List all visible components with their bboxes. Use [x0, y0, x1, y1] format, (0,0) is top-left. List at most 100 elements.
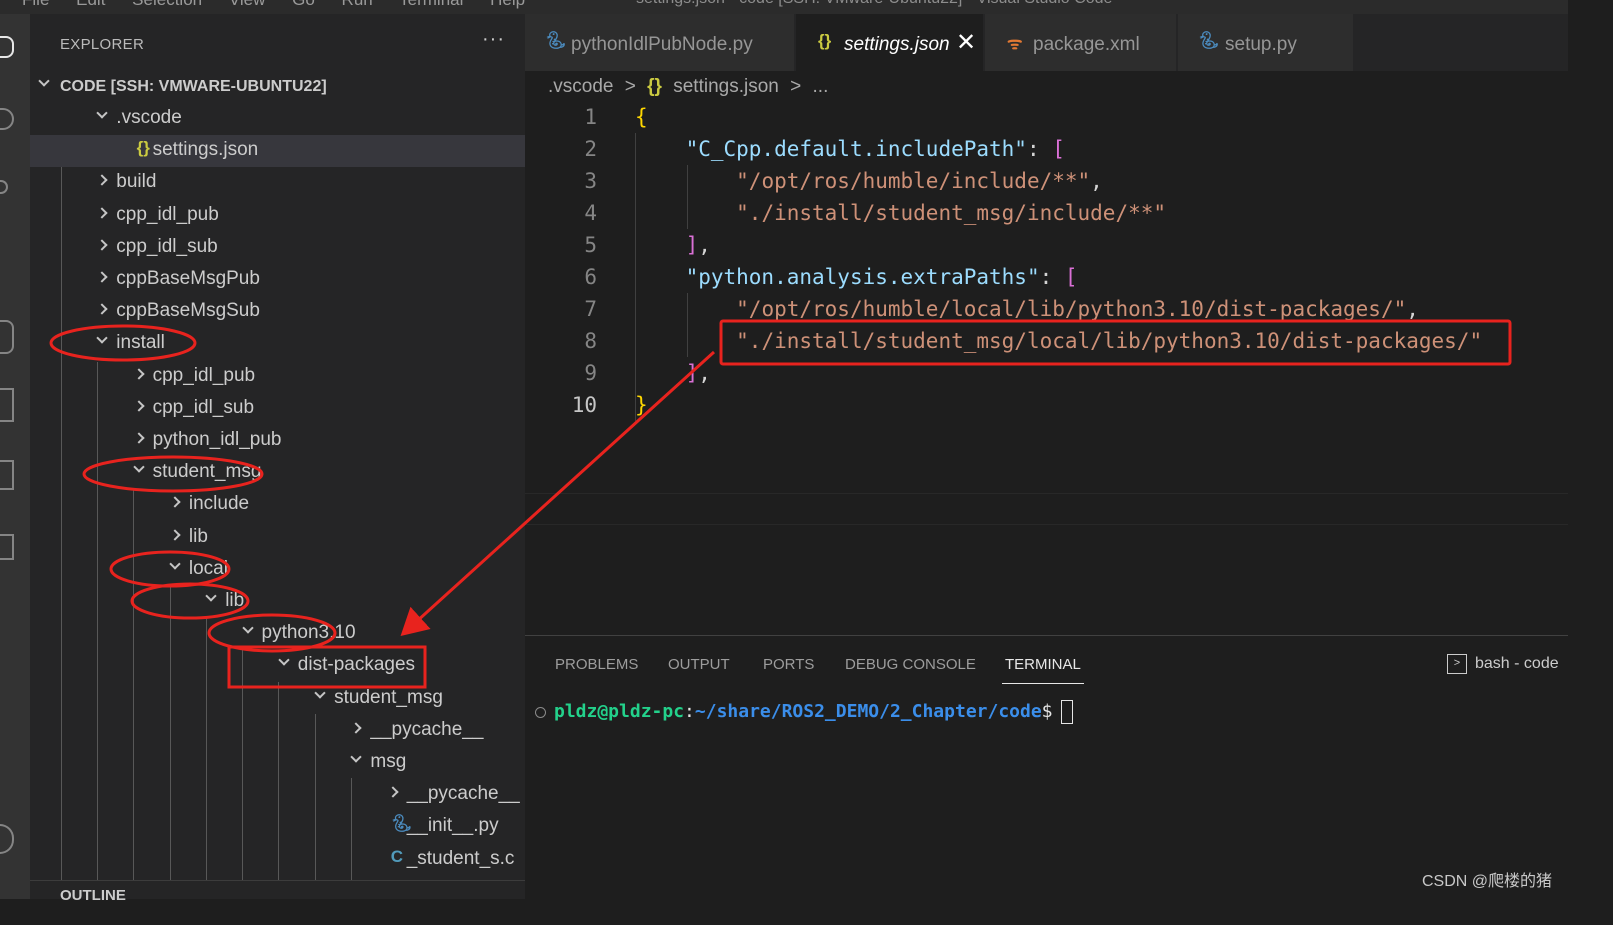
json-braces-icon: {}	[136, 138, 150, 157]
tree-item[interactable]: cppBaseMsgSub	[30, 296, 525, 328]
breadcrumb-symbol[interactable]: ...	[813, 76, 829, 97]
tree-item[interactable]: install	[30, 328, 525, 360]
chevron-down-icon	[96, 107, 108, 119]
tab-package-xml[interactable]: ᯤ package.xml	[985, 14, 1177, 71]
editor-tab-bar: 🐍︎ pythonIdlPubNode.py {} settings.json …	[525, 14, 1568, 71]
explorer-files-icon[interactable]	[0, 36, 14, 58]
code-editor[interactable]: 1{2 "C_Cpp.default.includePath": [3 "/op…	[525, 101, 1568, 525]
docker-icon[interactable]	[0, 534, 14, 560]
tree-item[interactable]: C _student_s.c	[30, 844, 525, 876]
extensions-icon[interactable]	[0, 388, 14, 422]
tree-item[interactable]: lib	[30, 586, 525, 618]
tab-ports[interactable]: PORTS	[763, 656, 814, 673]
code-token: :	[1026, 137, 1053, 161]
tree-item[interactable]: cpp_idl_sub	[30, 393, 525, 425]
prompt-dollar: $	[1041, 701, 1053, 722]
tab-output[interactable]: OUTPUT	[668, 656, 730, 673]
tree-item[interactable]: cpp_idl_pub	[30, 361, 525, 393]
outline-section[interactable]: OUTLINE	[30, 880, 525, 904]
tree-item[interactable]: 🐍︎ __init__.py	[30, 811, 525, 843]
breadcrumb-folder[interactable]: .vscode	[548, 76, 613, 97]
tree-item[interactable]: cpp_idl_pub	[30, 200, 525, 232]
tree-item-label: cppBaseMsgSub	[116, 300, 260, 321]
code-text: "python.analysis.extraPaths": [	[635, 265, 1078, 289]
tree-item-label: lib	[188, 526, 208, 547]
menu-terminal[interactable]: Terminal	[399, 0, 463, 9]
tab-setup-py[interactable]: 🐍︎ setup.py	[1178, 14, 1354, 71]
search-icon[interactable]	[0, 108, 14, 130]
tab-problems[interactable]: PROBLEMS	[555, 656, 638, 673]
source-control-icon[interactable]	[0, 180, 8, 194]
menu-selection[interactable]: Selection	[132, 0, 202, 9]
explorer-more-actions-icon[interactable]: ···	[482, 28, 505, 51]
code-line[interactable]: 5 ],	[525, 229, 1568, 261]
tree-item[interactable]: include	[30, 489, 525, 521]
activity-bar	[0, 14, 30, 899]
terminal-instance[interactable]: > bash - code	[1447, 654, 1559, 674]
tree-item[interactable]: python3.10	[30, 618, 525, 650]
breadcrumb-file[interactable]: settings.json	[673, 76, 779, 97]
chevron-down-icon	[132, 461, 145, 473]
code-text: {	[635, 105, 648, 129]
chevron-down-icon	[278, 654, 290, 666]
tree-item[interactable]: dist-packages	[30, 650, 525, 682]
terminal-prompt[interactable]: pldz@pldz-pc:~/share/ROS2_DEMO/2_Chapter…	[535, 700, 1073, 724]
chevron-right-icon	[169, 529, 181, 541]
tree-item[interactable]: python_idl_pub	[30, 425, 525, 457]
code-line[interactable]: 8 "./install/student_msg/local/lib/pytho…	[525, 325, 1568, 357]
tree-item[interactable]: .vscode	[30, 103, 525, 135]
tree-item[interactable]: student_msg	[30, 457, 525, 489]
chevron-right-icon	[132, 432, 145, 444]
workspace-root[interactable]: CODE [SSH: VMWARE-UBUNTU22]	[30, 71, 525, 103]
tree-item[interactable]: msg	[30, 747, 525, 779]
tree-item[interactable]: lib	[30, 522, 525, 554]
testing-icon[interactable]	[0, 460, 14, 490]
tree-item[interactable]: cpp_idl_sub	[30, 232, 525, 264]
chevron-right-icon	[387, 786, 399, 798]
code-line[interactable]: 9 ],	[525, 357, 1568, 389]
remote-explorer-icon[interactable]	[0, 320, 14, 354]
menu-run[interactable]: Run	[342, 0, 373, 9]
menu-view[interactable]: View	[229, 0, 266, 9]
menu-go[interactable]: Go	[292, 0, 315, 9]
tab-debug-console[interactable]: DEBUG CONSOLE	[845, 656, 976, 673]
code-text: ],	[635, 361, 711, 385]
tree-item-label: cpp_idl_sub	[152, 397, 255, 418]
tree-item-label: __init__.py	[406, 815, 499, 836]
close-icon[interactable]: ✕	[956, 28, 976, 57]
tree-item[interactable]: __pycache__	[30, 779, 525, 811]
tree-item-label: __pycache__	[370, 719, 484, 740]
menu-help[interactable]: Help	[490, 0, 525, 9]
tab-terminal[interactable]: TERMINAL	[1002, 656, 1084, 684]
tree-item[interactable]: local	[30, 554, 525, 586]
line-number: 3	[584, 169, 597, 193]
line-number: 5	[584, 233, 597, 257]
code-token: "python.analysis.extraPaths"	[685, 265, 1040, 289]
account-icon[interactable]	[0, 824, 14, 854]
explorer-title: EXPLORER	[60, 36, 145, 53]
tree-item[interactable]: {} settings.json	[30, 135, 525, 167]
code-line[interactable]: 4 "./install/student_msg/include/**"	[525, 197, 1568, 229]
code-token: ,	[1090, 169, 1103, 193]
menu-edit[interactable]: Edit	[76, 0, 105, 9]
tree-item[interactable]: __pycache__	[30, 715, 525, 747]
code-line[interactable]: 6 "python.analysis.extraPaths": [	[525, 261, 1568, 293]
tree-item[interactable]: build	[30, 167, 525, 199]
chevron-down-icon	[314, 687, 326, 699]
code-line[interactable]: 7 "/opt/ros/humble/local/lib/python3.10/…	[525, 293, 1568, 325]
menu-file[interactable]: File	[22, 0, 49, 9]
tree-item[interactable]: student_msg	[30, 683, 525, 715]
tab-settings-json[interactable]: {} settings.json ✕	[796, 14, 984, 71]
tree-item[interactable]: cppBaseMsgPub	[30, 264, 525, 296]
code-line[interactable]: 1{	[525, 101, 1568, 133]
run-debug-icon[interactable]	[0, 252, 10, 274]
tab-pythonidlpubnode[interactable]: 🐍︎ pythonIdlPubNode.py	[525, 14, 795, 71]
code-line[interactable]: 10}	[525, 389, 1568, 421]
watermark: CSDN @爬楼的猪	[1421, 873, 1552, 890]
code-line[interactable]: 2 "C_Cpp.default.includePath": [	[525, 133, 1568, 165]
rss-xml-icon: ᯤ	[1007, 34, 1023, 53]
code-line[interactable]: 3 "/opt/ros/humble/include/**",	[525, 165, 1568, 197]
